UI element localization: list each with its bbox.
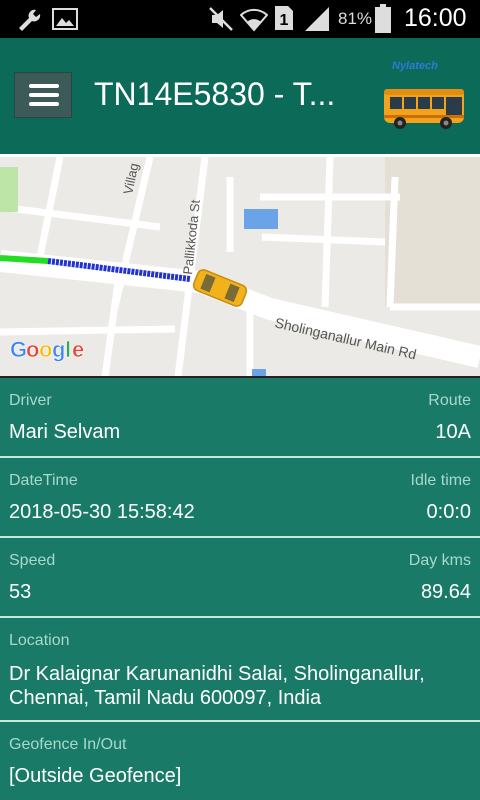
datetime-label: DateTime xyxy=(9,472,78,489)
svg-text:1: 1 xyxy=(280,12,289,29)
idle-time-value: 0:0:0 xyxy=(426,501,471,523)
geofence-label: Geofence In/Out xyxy=(9,736,127,753)
battery-percent: 81% xyxy=(338,9,373,28)
map-view[interactable]: Sholinganallur Main Rd Pallikkoda St Vil… xyxy=(0,154,480,378)
sim-icon: 1 xyxy=(275,6,293,30)
bus-icon xyxy=(384,89,464,129)
google-logo-letter: g xyxy=(52,337,65,362)
wifi-icon xyxy=(240,8,268,32)
menu-button[interactable] xyxy=(14,72,72,118)
google-logo-letter: o xyxy=(39,337,52,362)
idle-time-label: Idle time xyxy=(410,472,471,489)
driver-value: Mari Selvam xyxy=(9,421,121,443)
route-label: Route xyxy=(428,392,471,409)
page-title: TN14E5830 - T... xyxy=(94,76,336,112)
status-bar: 1 81% 16:00 xyxy=(0,0,480,38)
location-value: Dr Kalaignar Karunanidhi Salai, Sholinga… xyxy=(9,663,425,709)
image-icon xyxy=(52,8,78,30)
speed-value: 53 xyxy=(9,581,32,603)
google-logo-letter: e xyxy=(72,337,84,362)
brand-logo: Nylatech xyxy=(392,60,438,72)
google-logo-letter: o xyxy=(26,337,39,362)
signal-icon xyxy=(305,7,329,31)
mute-icon xyxy=(209,7,233,31)
driver-label: Driver xyxy=(9,392,52,409)
wrench-icon xyxy=(19,9,41,31)
google-logo-letter: G xyxy=(10,337,27,362)
speed-label: Speed xyxy=(9,552,56,569)
app-bar: TN14E5830 - T... Nylatech xyxy=(0,38,480,154)
google-logo-letter: l xyxy=(65,337,71,362)
google-logo: Go o g l e xyxy=(10,337,85,363)
vehicle-info-panel: Driver Route Mari Selvam 10A DateTime Id… xyxy=(0,378,480,800)
driver-row: Driver Route Mari Selvam 10A xyxy=(0,378,480,458)
location-row: Location Dr Kalaignar Karunanidhi Salai,… xyxy=(0,618,480,722)
speed-row: Speed Day kms 53 89.64 xyxy=(0,538,480,618)
day-kms-label: Day kms xyxy=(408,552,471,569)
datetime-value: 2018-05-30 15:58:42 xyxy=(9,501,195,523)
hamburger-icon xyxy=(29,84,59,88)
clock: 16:00 xyxy=(404,4,467,32)
datetime-row: DateTime Idle time 2018-05-30 15:58:42 0… xyxy=(0,458,480,538)
route-value: 10A xyxy=(435,421,471,443)
location-label: Location xyxy=(9,632,70,649)
day-kms-value: 89.64 xyxy=(420,581,471,603)
geofence-value: [Outside Geofence] xyxy=(9,765,182,787)
geofence-row: Geofence In/Out [Outside Geofence] xyxy=(0,722,480,800)
battery-icon xyxy=(375,4,391,33)
